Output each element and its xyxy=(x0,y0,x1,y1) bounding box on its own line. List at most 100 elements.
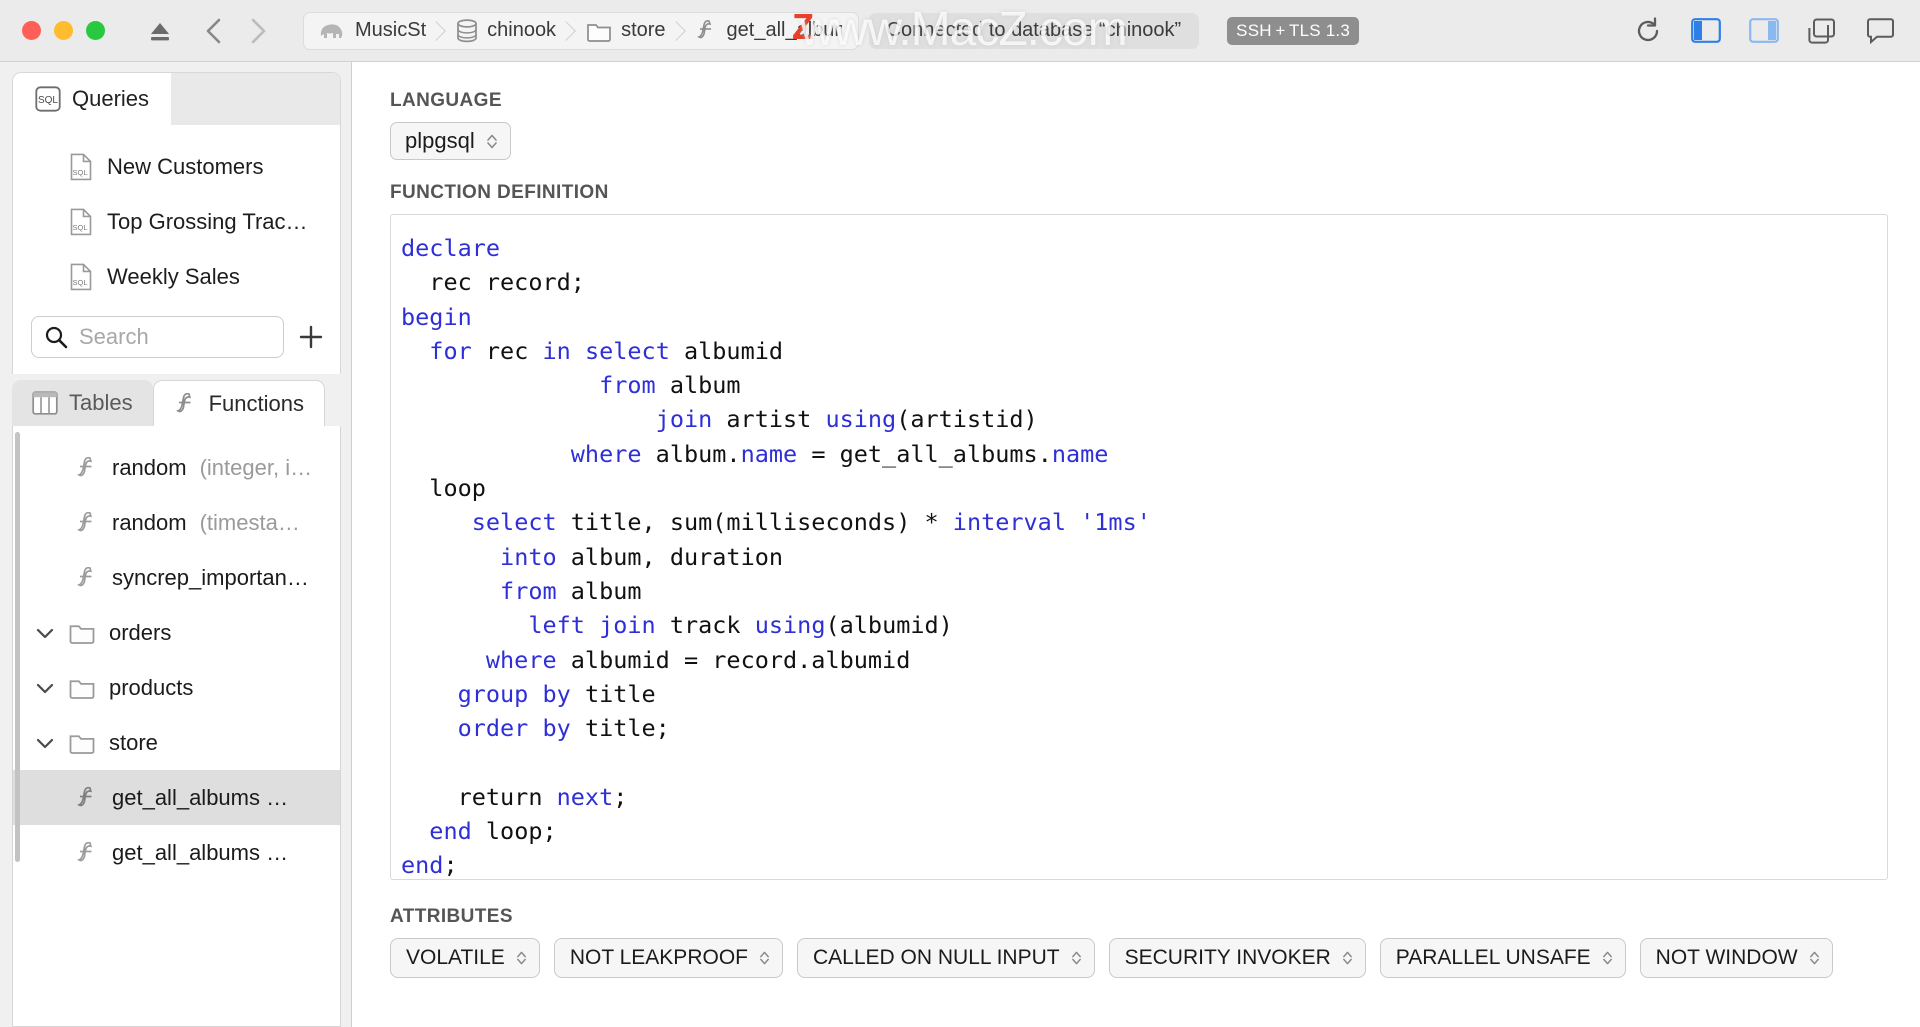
attribute-parallel[interactable]: PARALLEL UNSAFE xyxy=(1379,938,1626,978)
stepper-icon[interactable] xyxy=(485,132,499,151)
search-input[interactable]: Search xyxy=(31,316,284,358)
attribute-security[interactable]: SECURITY INVOKER xyxy=(1108,938,1366,978)
eject-icon[interactable] xyxy=(143,14,177,48)
folder-icon xyxy=(69,625,95,644)
tab-functions[interactable]: Functions xyxy=(152,380,325,426)
sidebar-scrollbar[interactable] xyxy=(15,432,20,862)
add-query-button[interactable] xyxy=(294,320,328,354)
language-select[interactable]: plpgsql xyxy=(390,122,511,160)
list-item-label: orders xyxy=(109,619,172,645)
tab-tables-label: Tables xyxy=(69,390,133,415)
function-icon xyxy=(696,19,711,38)
function-detail-pane: LANGUAGE plpgsql FUNCTION DEFINITION dec… xyxy=(352,62,1920,1027)
comment-icon[interactable] xyxy=(1862,14,1898,48)
new-window-icon[interactable] xyxy=(1804,14,1840,48)
connection-status: Connected to database “chinook” xyxy=(868,12,1200,49)
breadcrumb-item-database[interactable]: chinook xyxy=(442,13,572,49)
queries-tabrow-filler xyxy=(171,73,340,125)
list-item-label: products xyxy=(109,674,194,700)
stepper-icon[interactable] xyxy=(515,949,528,967)
breadcrumb-item-schema[interactable]: store xyxy=(572,13,681,49)
elephant-icon xyxy=(320,23,343,38)
attribute-leakproof[interactable]: NOT LEAKPROOF xyxy=(553,938,783,978)
attribute-label: NOT WINDOW xyxy=(1655,946,1798,969)
stepper-icon[interactable] xyxy=(758,949,771,967)
forward-button[interactable] xyxy=(243,14,273,48)
tab-queries-label: Queries xyxy=(72,86,150,111)
sql-file-icon: SQL xyxy=(70,263,92,290)
stepper-icon[interactable] xyxy=(1341,949,1354,967)
language-value: plpgsql xyxy=(405,128,475,153)
function-icon xyxy=(77,566,92,586)
sql-file-icon: SQL xyxy=(70,153,92,180)
table-icon xyxy=(32,391,58,415)
left-panel-icon[interactable] xyxy=(1688,14,1724,48)
queries-list: SQL New Customers SQL Top Grossing Trac…… xyxy=(13,125,340,310)
sql-icon: SQL xyxy=(35,86,61,112)
list-item-label: Weekly Sales xyxy=(107,263,240,289)
function-icon xyxy=(77,456,92,476)
stepper-icon[interactable] xyxy=(1601,949,1614,967)
search-row: Search xyxy=(13,310,340,374)
search-icon xyxy=(45,326,68,349)
window-titlebar: MusicSt chinook store get_all_albums Con… xyxy=(0,0,1920,62)
list-item-label: syncrep_importan… xyxy=(112,564,309,590)
breadcrumb-label-database: chinook xyxy=(487,19,557,41)
function-icon xyxy=(77,786,92,806)
svg-text:SQL: SQL xyxy=(72,278,87,287)
list-item[interactable]: random (integer, i… xyxy=(13,440,340,495)
toolbar-actions xyxy=(1630,14,1902,48)
list-item-label: random xyxy=(112,454,187,480)
plus-icon xyxy=(299,325,323,349)
stepper-icon[interactable] xyxy=(1808,949,1821,967)
list-item[interactable]: products xyxy=(13,660,340,715)
list-item-label: store xyxy=(109,729,158,755)
minimize-button[interactable] xyxy=(54,21,73,40)
code-content[interactable]: declare rec record; begin for rec in sel… xyxy=(397,231,1887,879)
functions-panel: random (integer, i… random (timesta… syn… xyxy=(12,426,341,1027)
list-item[interactable]: random (timesta… xyxy=(13,495,340,550)
list-item-label: random xyxy=(112,509,187,535)
chevron-down-icon[interactable] xyxy=(35,736,55,750)
breadcrumb-item-function[interactable]: get_all_albums xyxy=(682,13,858,49)
tab-functions-label: Functions xyxy=(208,390,304,416)
tab-queries[interactable]: SQL Queries xyxy=(13,73,172,125)
maximize-button[interactable] xyxy=(86,21,105,40)
list-item[interactable]: get_all_albums … xyxy=(13,825,340,880)
close-button[interactable] xyxy=(22,21,41,40)
right-panel-icon[interactable] xyxy=(1746,14,1782,48)
attribute-volatility[interactable]: VOLATILE xyxy=(390,938,540,978)
function-icon xyxy=(77,511,92,531)
traffic-lights xyxy=(22,21,105,40)
folder-icon xyxy=(69,680,95,699)
list-item-args: (timesta… xyxy=(199,509,300,535)
chevron-down-icon[interactable] xyxy=(35,626,55,640)
list-item[interactable]: syncrep_importan… xyxy=(13,550,340,605)
queries-panel: SQL Queries SQL New Customers SQL Top Gr… xyxy=(12,72,341,374)
svg-text:SQL: SQL xyxy=(72,223,87,232)
list-item[interactable]: SQL New Customers xyxy=(13,139,340,194)
function-icon xyxy=(77,841,92,861)
refresh-icon[interactable] xyxy=(1630,14,1666,48)
list-item[interactable]: SQL Weekly Sales xyxy=(13,249,340,304)
list-item-label: get_all_albums … xyxy=(112,839,289,865)
function-definition-label: FUNCTION DEFINITION xyxy=(390,182,609,203)
list-item[interactable]: orders xyxy=(13,605,340,660)
list-item-selected[interactable]: get_all_albums … xyxy=(13,770,340,825)
list-item[interactable]: store xyxy=(13,715,340,770)
svg-text:SQL: SQL xyxy=(38,95,58,106)
tab-tables[interactable]: Tables xyxy=(12,380,153,426)
chevron-down-icon[interactable] xyxy=(35,681,55,695)
search-placeholder: Search xyxy=(79,324,149,349)
list-item[interactable]: SQL Top Grossing Trac… xyxy=(13,194,340,249)
folder-icon xyxy=(587,23,611,42)
attribute-window[interactable]: NOT WINDOW xyxy=(1639,938,1833,978)
attribute-null-input[interactable]: CALLED ON NULL INPUT xyxy=(796,938,1095,978)
breadcrumb: MusicSt chinook store get_all_albums xyxy=(303,11,859,50)
object-tabs: Tables Functions xyxy=(0,374,351,426)
code-editor[interactable]: declare rec record; begin for rec in sel… xyxy=(390,214,1888,880)
breadcrumb-item-server[interactable]: MusicSt xyxy=(304,13,442,49)
database-icon xyxy=(457,18,477,42)
back-button[interactable] xyxy=(199,14,229,48)
stepper-icon[interactable] xyxy=(1070,949,1083,967)
